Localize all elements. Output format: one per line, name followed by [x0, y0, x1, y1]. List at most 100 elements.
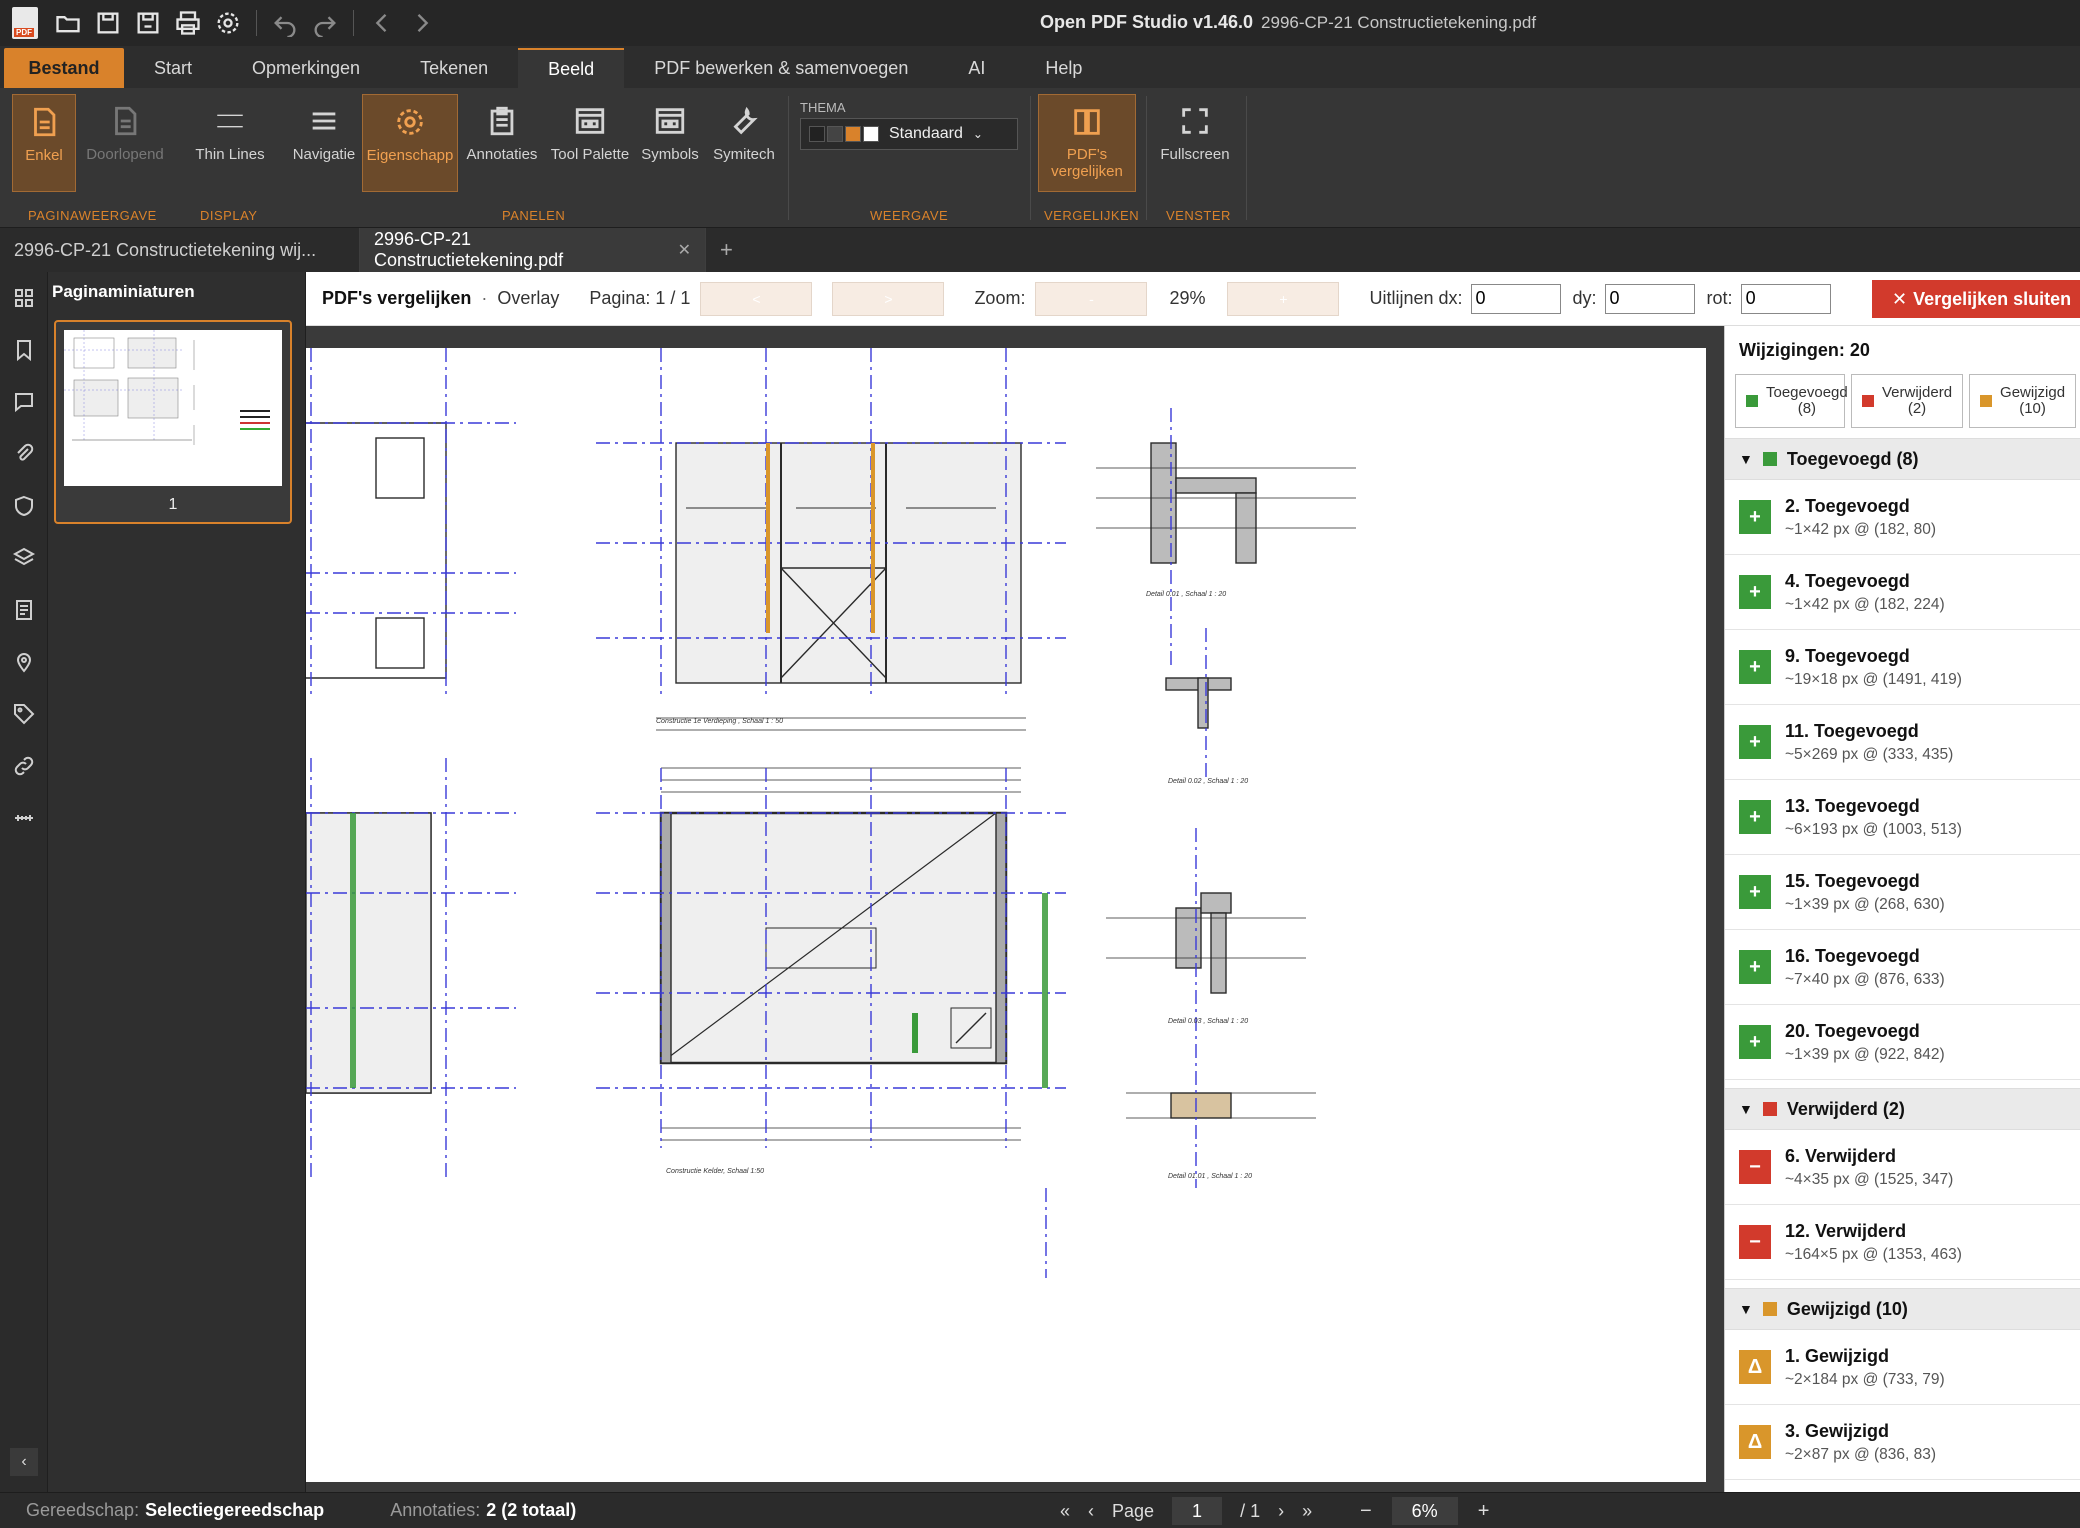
- symbols-button[interactable]: Symbols: [636, 94, 704, 192]
- document-list-icon[interactable]: [0, 584, 48, 636]
- zoom-out-icon[interactable]: −: [1360, 1500, 1372, 1523]
- tab-pdf-bewerken[interactable]: PDF bewerken & samenvoegen: [624, 48, 938, 88]
- compare-columns-icon: [1074, 109, 1100, 135]
- redo-icon[interactable]: [305, 3, 345, 43]
- link-icon[interactable]: [0, 740, 48, 792]
- change-item[interactable]: +11. Toegevoegd ~5×269 px @ (333, 435): [1725, 705, 2080, 780]
- app-logo-icon: [12, 7, 38, 39]
- filter-removed-button[interactable]: Verwijderd (2): [1851, 374, 1964, 428]
- change-item[interactable]: Δ 3. Gewijzigd ~2×87 px @ (836, 83): [1725, 1405, 2080, 1480]
- next-page-icon[interactable]: ›: [1278, 1501, 1284, 1522]
- back-chevron-icon[interactable]: [362, 3, 402, 43]
- doc-tab-revised[interactable]: 2996-CP-21 Constructietekening wij...: [0, 228, 360, 272]
- single-page-button[interactable]: Enkel: [12, 94, 76, 192]
- changes-section-header[interactable]: ▼ Toegevoegd (8): [1725, 438, 2080, 480]
- change-item[interactable]: −6. Verwijderd ~4×35 px @ (1525, 347): [1725, 1130, 2080, 1205]
- change-item-detail: ~4×35 px @ (1525, 347): [1785, 1170, 1954, 1188]
- compare-zoom-out-button[interactable]: -: [1035, 281, 1148, 316]
- save-as-icon[interactable]: [128, 3, 168, 43]
- forward-chevron-icon[interactable]: [402, 3, 442, 43]
- document-viewer[interactable]: Constructie 1e Verdieping , Schaal 1 : 5…: [306, 326, 1724, 1492]
- changes-section-header[interactable]: ▼ Verwijderd (2): [1725, 1088, 2080, 1130]
- zoom-value[interactable]: 6%: [1391, 1497, 1458, 1525]
- thin-lines-button[interactable]: Thin Lines: [186, 94, 274, 192]
- tool-palette-button[interactable]: Tool Palette: [548, 94, 632, 192]
- new-tab-plus-icon[interactable]: +: [720, 237, 733, 263]
- navigation-button[interactable]: Navigatie: [288, 94, 360, 192]
- symitech-button[interactable]: Symitech: [708, 94, 780, 192]
- change-item[interactable]: Δ 1. Gewijzigd ~2×184 px @ (733, 79): [1725, 1330, 2080, 1405]
- location-pin-icon[interactable]: [0, 636, 48, 688]
- tab-opmerkingen[interactable]: Opmerkingen: [222, 48, 390, 88]
- collapse-panel-chevron-icon[interactable]: ‹: [10, 1448, 38, 1476]
- changes-list: ▼ Toegevoegd (8) +2. Toegevoegd ~1×42 px @ …: [1725, 438, 2080, 1492]
- fullscreen-icon: [1182, 108, 1208, 134]
- theme-dropdown[interactable]: Standaard ⌄: [800, 118, 1018, 150]
- first-page-icon[interactable]: «: [1060, 1501, 1070, 1522]
- measure-icon[interactable]: [0, 792, 48, 844]
- change-item[interactable]: +16. Toegevoegd ~7×40 px @ (876, 633): [1725, 930, 2080, 1005]
- change-item[interactable]: +15. Toegevoegd ~1×39 px @ (268, 630): [1725, 855, 2080, 930]
- last-page-icon[interactable]: »: [1302, 1501, 1312, 1522]
- settings-gear-icon[interactable]: [208, 3, 248, 43]
- change-item[interactable]: +4. Toegevoegd ~1×42 px @ (182, 224): [1725, 555, 2080, 630]
- compare-next-page-button[interactable]: >: [832, 281, 945, 316]
- close-icon[interactable]: ✕: [678, 240, 691, 260]
- change-type-icon: +: [1739, 875, 1771, 909]
- change-item[interactable]: Δ5. Gewijzigd: [1725, 1480, 2080, 1492]
- tab-help[interactable]: Help: [1015, 48, 1112, 88]
- layers-icon[interactable]: [0, 532, 48, 584]
- shield-icon[interactable]: [0, 480, 48, 532]
- window-title: Open PDF Studio v1.46.0 2996-CP-21 Constr…: [1040, 12, 1537, 32]
- change-item[interactable]: +20. Toegevoegd ~1×39 px @ (922, 842): [1725, 1005, 2080, 1080]
- prev-page-icon[interactable]: ‹: [1088, 1501, 1094, 1522]
- tab-tekenen[interactable]: Tekenen: [390, 48, 518, 88]
- save-icon[interactable]: [88, 3, 128, 43]
- filter-added-button[interactable]: Toegevoegd (8): [1735, 374, 1848, 428]
- change-item-title: 3. Gewijzigd: [1785, 1420, 1890, 1441]
- changes-section-header[interactable]: ▼ Gewijzigd (10): [1725, 1288, 2080, 1330]
- zoom-in-icon[interactable]: +: [1478, 1500, 1490, 1523]
- status-bar: Gereedschap: Selectiegereedschap Annotat…: [0, 1492, 2080, 1528]
- annotations-button[interactable]: Annotaties: [464, 94, 540, 192]
- bookmark-icon[interactable]: [0, 324, 48, 376]
- compare-mode[interactable]: Overlay: [497, 288, 559, 309]
- continuous-page-button[interactable]: Doorlopend: [82, 94, 168, 192]
- change-type-icon: +: [1739, 950, 1771, 984]
- paperclip-icon[interactable]: [0, 428, 48, 480]
- doc-tab-original[interactable]: 2996-CP-21 Constructietekening.pdf ✕: [360, 228, 706, 272]
- open-folder-icon[interactable]: [48, 3, 88, 43]
- tab-bestand[interactable]: Bestand: [4, 48, 124, 88]
- gear-icon: [397, 109, 423, 135]
- caption-basement: Constructie Kelder, Schaal 1:50: [666, 1168, 764, 1175]
- compare-pdfs-button[interactable]: PDF's vergelijken: [1038, 94, 1136, 192]
- page-number-input[interactable]: 1: [1172, 1497, 1223, 1525]
- tab-start[interactable]: Start: [124, 48, 222, 88]
- compare-prev-page-button[interactable]: <: [700, 281, 813, 316]
- change-type-icon: Δ: [1739, 1425, 1771, 1459]
- align-dy-input[interactable]: [1604, 283, 1695, 314]
- tab-ai[interactable]: AI: [938, 48, 1015, 88]
- properties-button[interactable]: Eigenschapp: [362, 94, 458, 192]
- section-color-swatch: [1762, 1302, 1777, 1316]
- fullscreen-button[interactable]: Fullscreen: [1150, 94, 1240, 192]
- undo-icon[interactable]: [265, 3, 305, 43]
- change-item[interactable]: +13. Toegevoegd ~6×193 px @ (1003, 513): [1725, 780, 2080, 855]
- tag-icon[interactable]: [0, 688, 48, 740]
- caption-floor-plan: Constructie 1e Verdieping , Schaal 1 : 5…: [656, 718, 783, 725]
- compare-zoom-in-button[interactable]: +: [1227, 281, 1340, 316]
- close-compare-button[interactable]: ✕ Vergelijken sluiten: [1872, 280, 2080, 318]
- change-item[interactable]: +9. Toegevoegd ~19×18 px @ (1491, 419): [1725, 630, 2080, 705]
- print-icon[interactable]: [168, 3, 208, 43]
- align-rot-input[interactable]: [1740, 283, 1831, 314]
- change-item[interactable]: −12. Verwijderd ~164×5 px @ (1353, 463): [1725, 1205, 2080, 1280]
- pdf-page-canvas[interactable]: Constructie 1e Verdieping , Schaal 1 : 5…: [306, 348, 1706, 1482]
- comment-icon[interactable]: [0, 376, 48, 428]
- thumbnails-grid-icon[interactable]: [0, 272, 48, 324]
- align-dx-input[interactable]: [1470, 283, 1561, 314]
- page-thumbnail[interactable]: 1: [54, 320, 292, 524]
- change-item-title: 4. Toegevoegd: [1785, 570, 1910, 591]
- change-item[interactable]: +2. Toegevoegd ~1×42 px @ (182, 80): [1725, 480, 2080, 555]
- tab-beeld[interactable]: Beeld: [518, 48, 625, 88]
- filter-modified-button[interactable]: Gewijzigd (10): [1969, 374, 2077, 428]
